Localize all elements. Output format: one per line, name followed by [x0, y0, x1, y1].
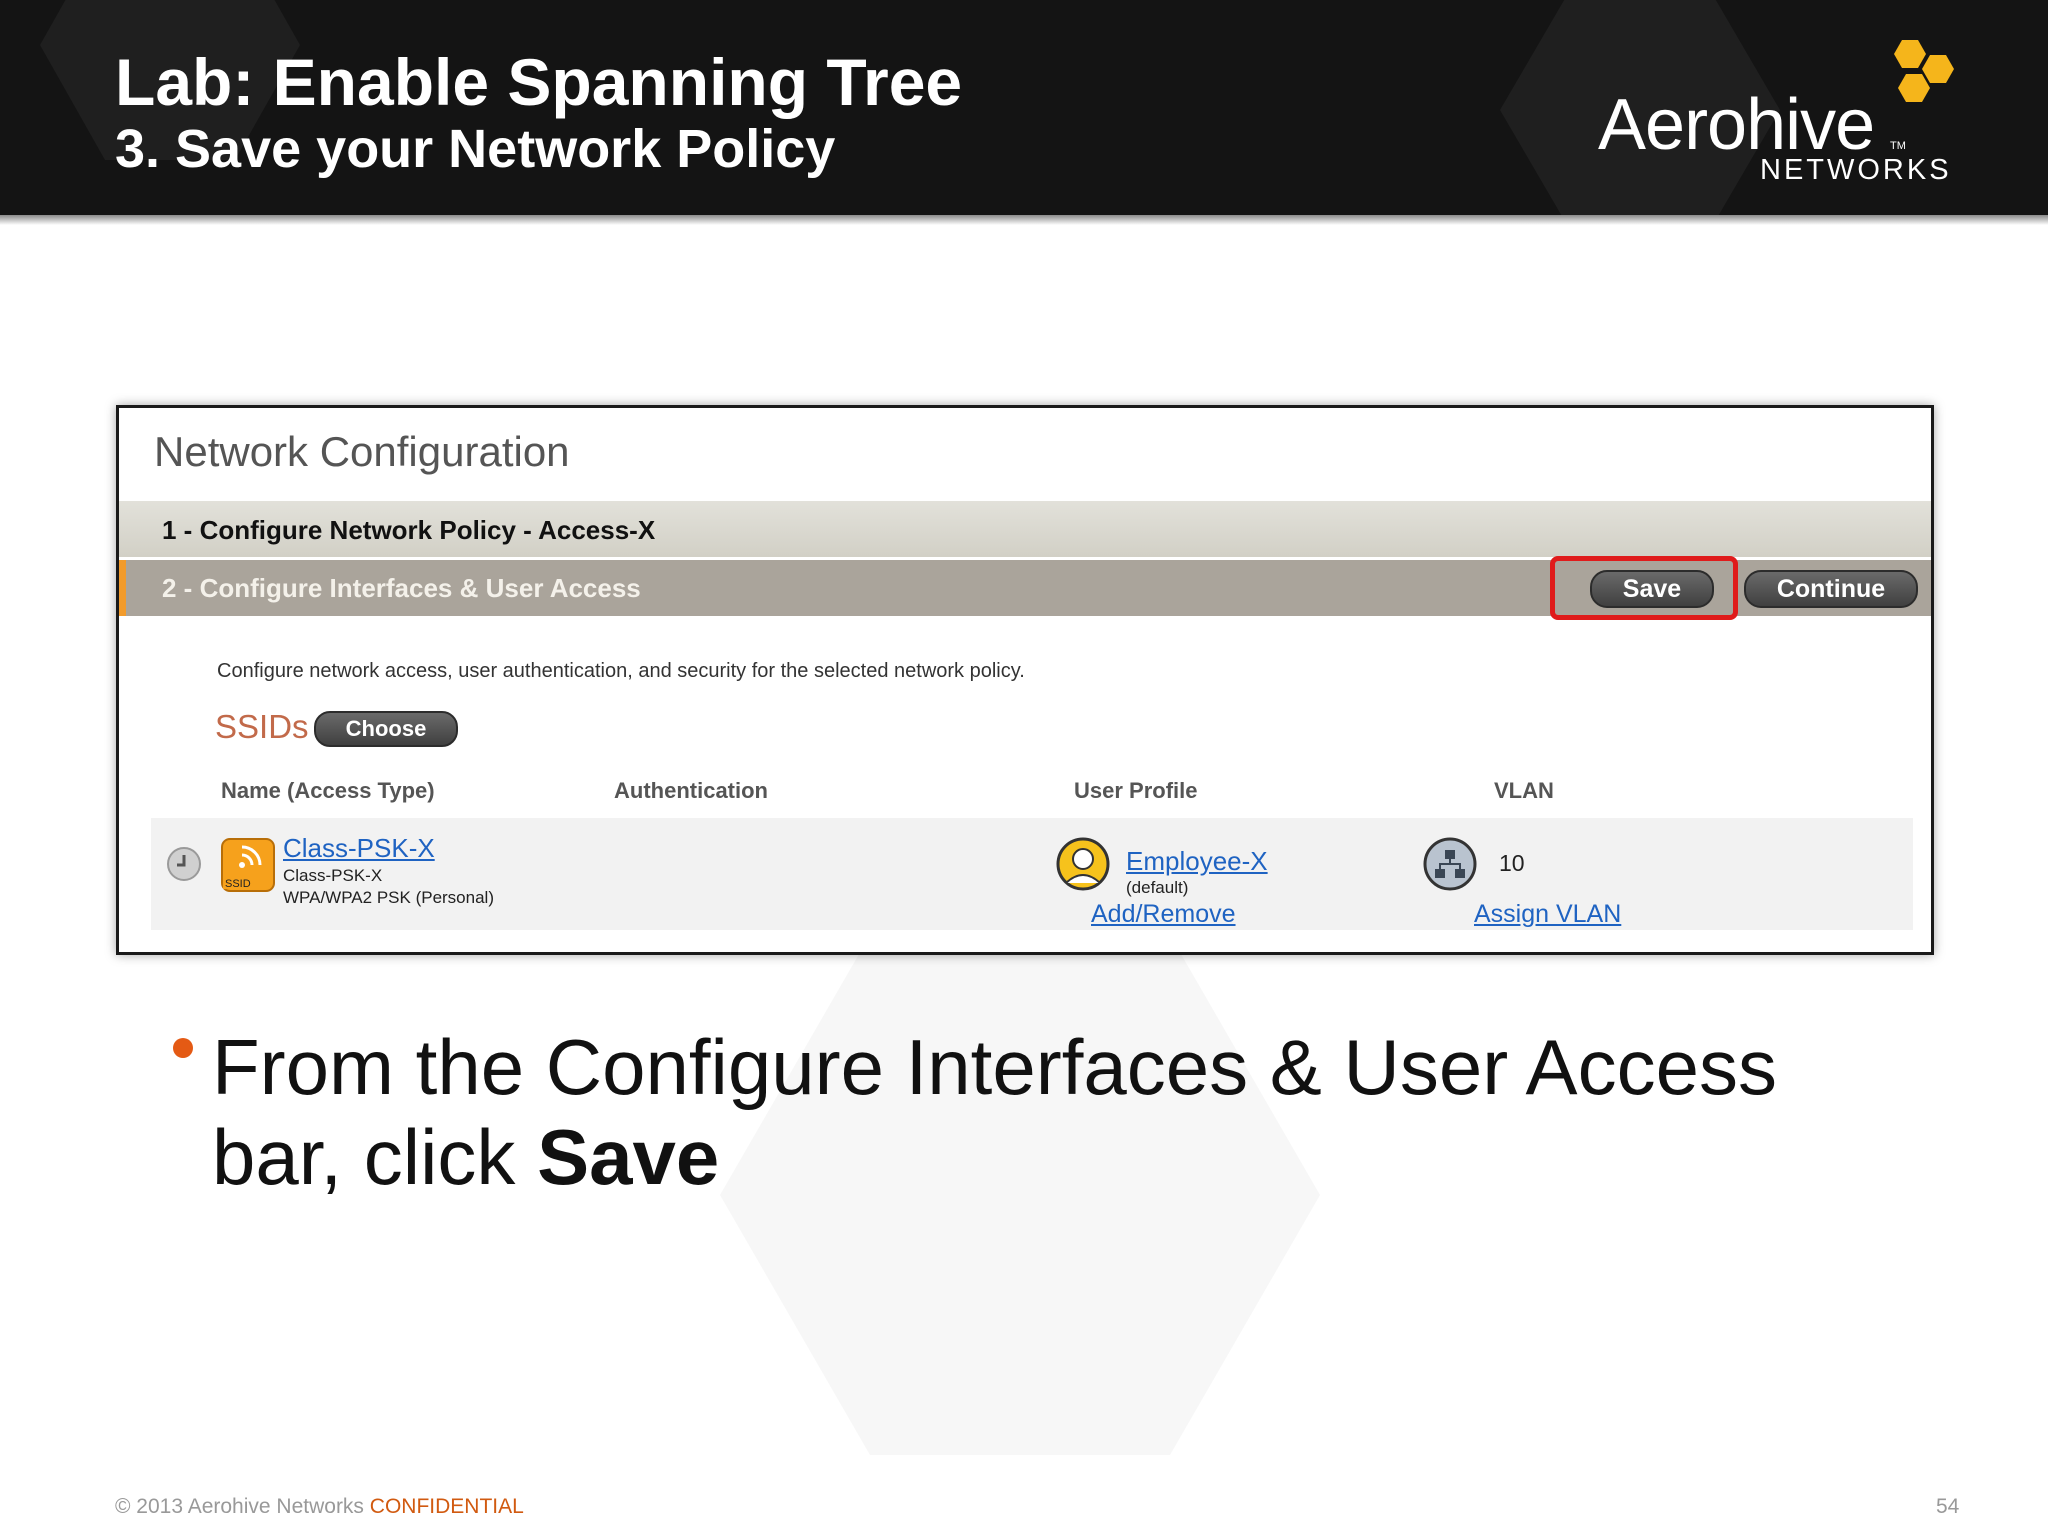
network-configuration-screenshot: Network Configuration 1 - Configure Netw… [116, 405, 1934, 955]
user-profile-icon [1056, 837, 1110, 891]
toggle-icon[interactable] [166, 846, 202, 882]
save-highlight-box [1550, 556, 1738, 620]
ssid-name: Class-PSK-X [283, 866, 383, 885]
header-shadow [0, 215, 2048, 225]
ssid-link[interactable]: Class-PSK-X [283, 833, 435, 864]
bullet-text: From the Configure Interfaces & User Acc… [212, 1022, 1852, 1202]
assign-vlan-link[interactable]: Assign VLAN [1474, 900, 1621, 929]
logo-networks: NETWORKS [1760, 154, 1952, 186]
step1-bar[interactable]: 1 - Configure Network Policy - Access-X [119, 501, 1931, 557]
bullet-dot [173, 1038, 193, 1058]
panel-title: Network Configuration [154, 428, 570, 475]
ssid-access-type: WPA/WPA2 PSK (Personal) [283, 888, 494, 907]
slide-title: Lab: Enable Spanning Tree [115, 45, 963, 119]
continue-button[interactable]: Continue [1744, 570, 1918, 608]
choose-button[interactable]: Choose [314, 711, 458, 747]
aerohive-logo: Aerohive TM NETWORKS [1590, 38, 1970, 198]
user-profile-default: (default) [1126, 878, 1189, 897]
logo-hexes-icon [1894, 40, 1954, 102]
column-header-user-profile: User Profile [1074, 778, 1198, 803]
slide-subtitle: 3. Save your Network Policy [115, 119, 836, 179]
slide-header: Lab: Enable Spanning Tree 3. Save your N… [0, 0, 2048, 215]
wifi-ssid-icon: SSID [221, 838, 275, 892]
user-profile-link[interactable]: Employee-X [1126, 846, 1268, 877]
bullet-instruction: From the Configure Interfaces & User Acc… [212, 1023, 1777, 1201]
step1-label: 1 - Configure Network Policy - Access-X [162, 515, 656, 545]
column-header-name: Name (Access Type) [221, 778, 435, 803]
step2-label: 2 - Configure Interfaces & User Access [162, 573, 641, 603]
ssid-icon-text: SSID [225, 878, 251, 890]
footer-confidential: CONFIDENTIAL [369, 1495, 524, 1518]
footer-copyright-text: © 2013 Aerohive Networks [115, 1495, 370, 1518]
page-number: 54 [1936, 1495, 1960, 1518]
footer-copyright: © 2013 Aerohive Networks CONFIDENTIAL [115, 1495, 524, 1519]
logo-trademark: TM [1890, 140, 1906, 152]
vlan-network-icon [1423, 837, 1477, 891]
vlan-value: 10 [1499, 850, 1525, 876]
ssids-label: SSIDs [215, 708, 309, 745]
column-header-authentication: Authentication [614, 778, 768, 803]
column-header-vlan: VLAN [1494, 778, 1554, 803]
config-description: Configure network access, user authentic… [217, 660, 1025, 682]
bullet-bold-save: Save [537, 1113, 720, 1201]
add-remove-link[interactable]: Add/Remove [1091, 900, 1236, 929]
